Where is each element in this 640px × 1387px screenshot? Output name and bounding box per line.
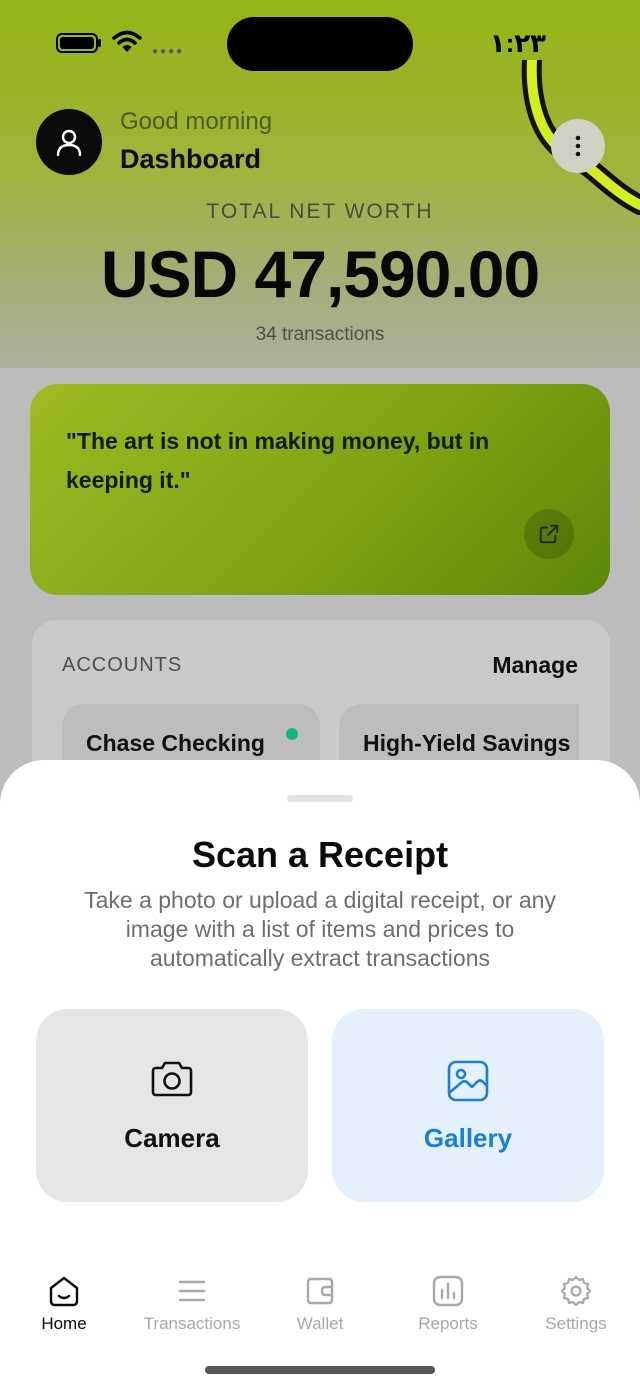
user-icon bbox=[56, 129, 82, 157]
tab-home[interactable]: Home bbox=[0, 1272, 128, 1342]
share-quote-button[interactable] bbox=[524, 509, 574, 559]
manage-accounts-button[interactable]: Manage bbox=[492, 652, 578, 679]
app-screen: ●●●● ١:٢٣ Good morning Dashboard TOTAL N… bbox=[0, 0, 640, 1387]
account-name: High-Yield Savings bbox=[363, 730, 571, 756]
gallery-button[interactable]: Gallery bbox=[332, 1009, 604, 1202]
accounts-label: ACCOUNTS bbox=[62, 654, 183, 676]
more-options-button[interactable] bbox=[551, 119, 605, 173]
tab-label: Transactions bbox=[143, 1314, 241, 1333]
camera-label: Camera bbox=[124, 1123, 220, 1153]
tab-label: Wallet bbox=[296, 1314, 344, 1333]
battery-icon bbox=[56, 33, 101, 53]
list-icon bbox=[178, 1280, 206, 1302]
page-title: Dashboard bbox=[120, 144, 262, 174]
wifi-icon bbox=[112, 30, 142, 52]
transactions-count: 34 transactions bbox=[255, 324, 385, 345]
status-time: ١:٢٣ bbox=[489, 28, 546, 58]
tab-transactions[interactable]: Transactions bbox=[128, 1272, 256, 1342]
camera-icon bbox=[151, 1061, 193, 1097]
more-vertical-icon bbox=[575, 135, 581, 157]
net-worth-value: USD 47,590.00 bbox=[100, 237, 540, 311]
greeting-text: Good morning bbox=[120, 108, 273, 135]
tab-label: Home bbox=[41, 1314, 87, 1333]
tab-reports[interactable]: Reports bbox=[384, 1272, 512, 1342]
camera-button[interactable]: Camera bbox=[36, 1009, 308, 1202]
home-indicator[interactable] bbox=[205, 1366, 435, 1374]
share-icon bbox=[539, 524, 559, 544]
image-icon bbox=[447, 1060, 489, 1102]
chart-icon bbox=[432, 1275, 464, 1307]
gear-icon bbox=[560, 1275, 592, 1307]
account-name: Chase Checking bbox=[86, 730, 265, 756]
gallery-label: Gallery bbox=[423, 1123, 513, 1153]
tab-label: Settings bbox=[545, 1314, 607, 1333]
sheet-description: Take a photo or upload a digital receipt… bbox=[84, 887, 556, 971]
avatar[interactable] bbox=[36, 109, 102, 175]
quote-card: "The art is not in making money, but in … bbox=[30, 384, 610, 595]
active-status-dot bbox=[286, 728, 298, 740]
dynamic-island bbox=[227, 17, 413, 71]
net-worth-label: TOTAL NET WORTH bbox=[206, 200, 434, 223]
tab-label: Reports bbox=[418, 1314, 478, 1333]
tab-wallet[interactable]: Wallet bbox=[256, 1272, 384, 1342]
quote-text: "The art is not in making money, but in … bbox=[66, 428, 490, 493]
signal-icon: ●●●● bbox=[152, 46, 185, 57]
sheet-grabber[interactable] bbox=[287, 795, 353, 802]
tab-settings[interactable]: Settings bbox=[512, 1272, 640, 1342]
home-icon bbox=[49, 1276, 79, 1307]
sheet-title: Scan a Receipt bbox=[191, 834, 449, 875]
wallet-icon bbox=[306, 1277, 334, 1305]
